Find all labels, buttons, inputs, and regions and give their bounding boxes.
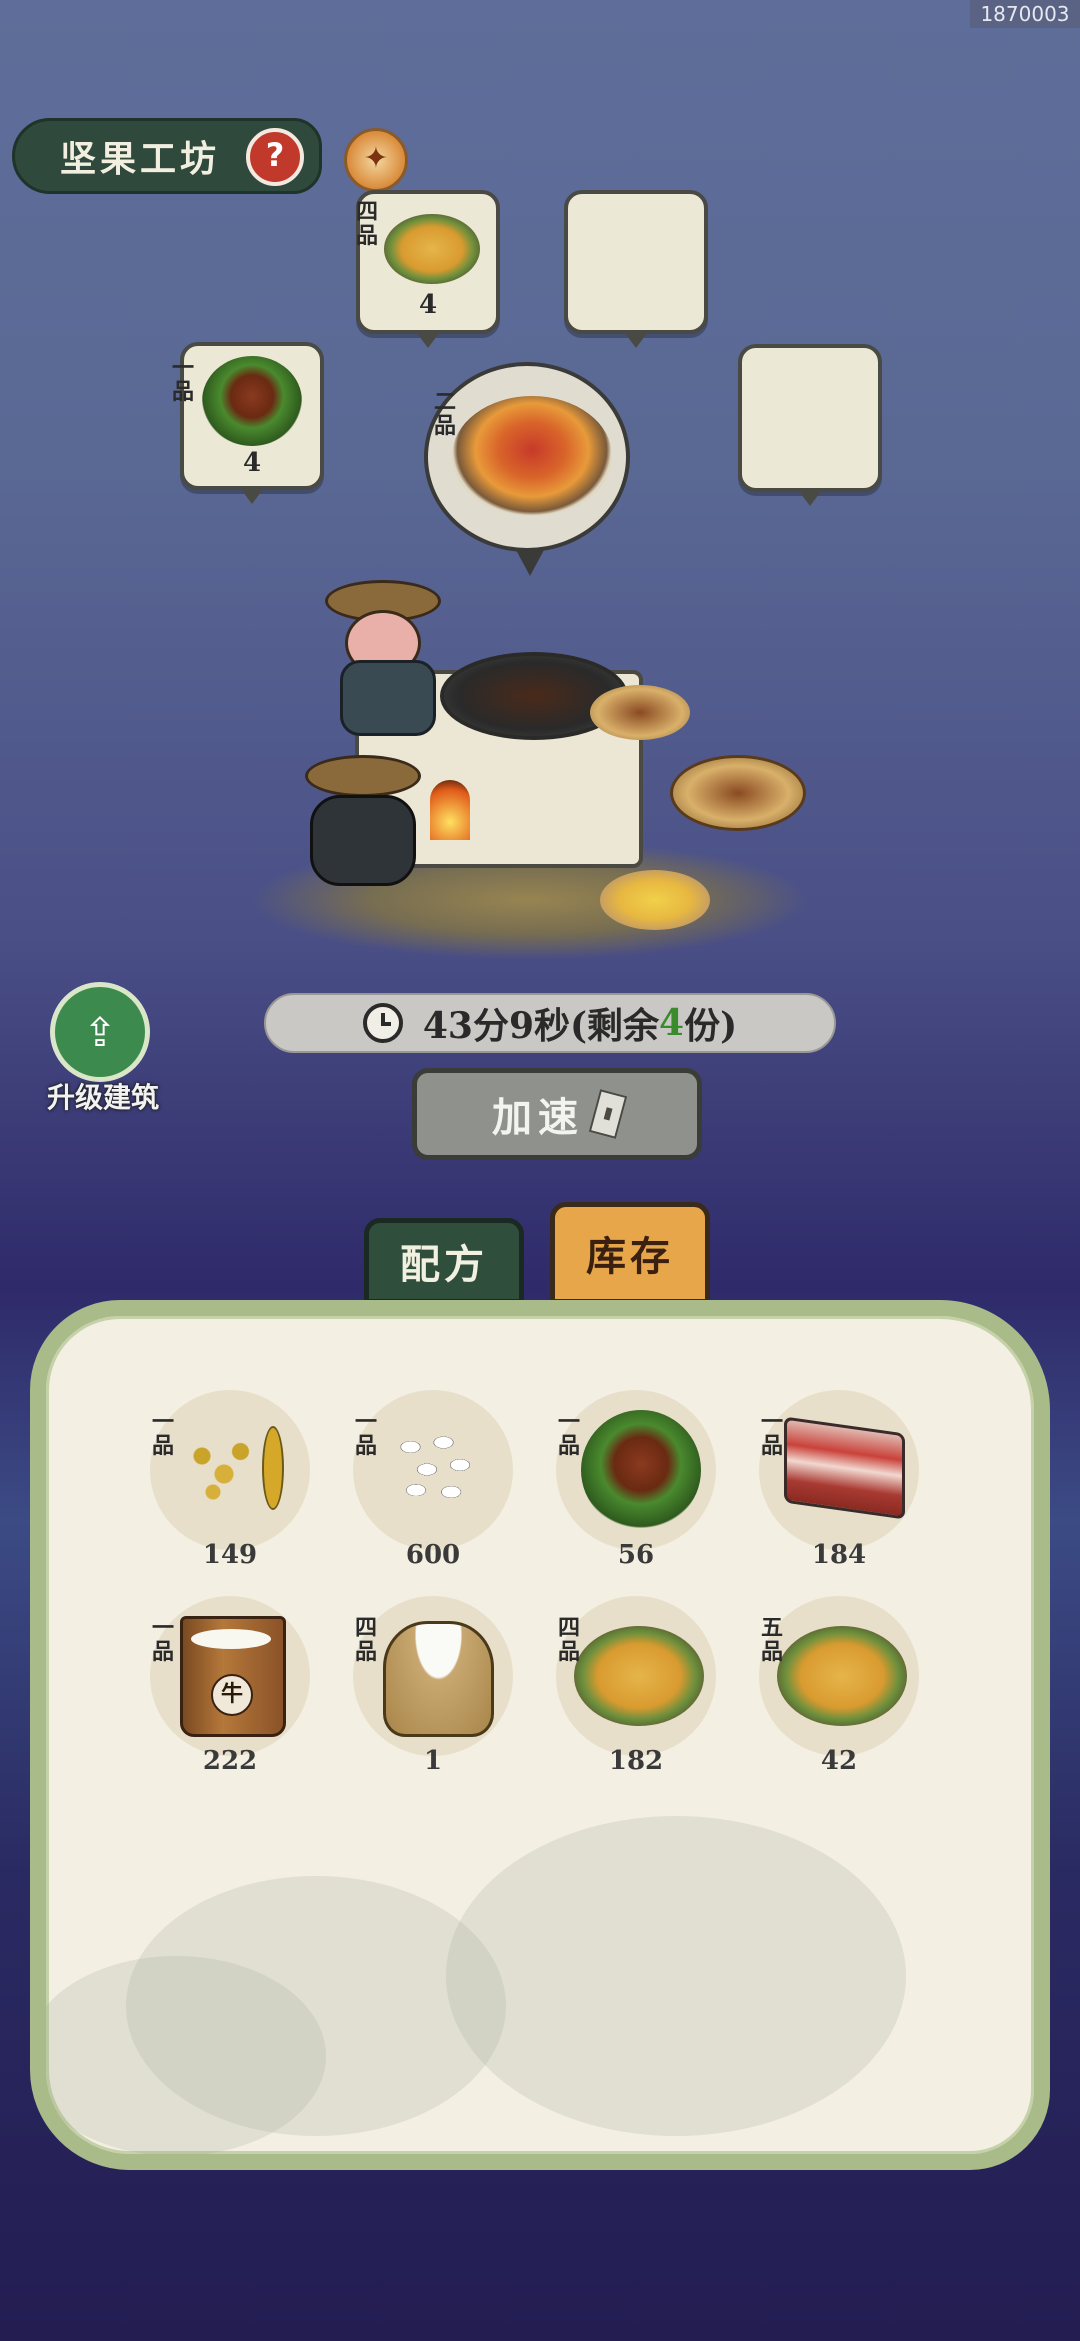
queue-slot-grade: 一品 bbox=[171, 355, 194, 405]
item-count: 184 bbox=[811, 1540, 867, 1570]
tofu-basket-icon bbox=[777, 1626, 907, 1726]
inventory-item-tofu-5[interactable]: 五品 42 bbox=[759, 1596, 929, 1776]
timer-remaining-suffix: 份) bbox=[684, 1005, 738, 1047]
inventory-item-rice[interactable]: 一品 600 bbox=[353, 1390, 523, 1570]
queue-slot-count: 4 bbox=[242, 448, 262, 478]
item-count: 1 bbox=[423, 1746, 443, 1776]
clock-icon bbox=[362, 1003, 403, 1043]
mountain-decoration bbox=[46, 1956, 326, 2154]
building-title-text: 坚果工坊 bbox=[60, 138, 221, 180]
item-grade: 四品 bbox=[557, 1615, 580, 1665]
help-icon[interactable]: ? bbox=[246, 128, 304, 186]
pig-worker-body bbox=[310, 795, 416, 886]
item-count: 42 bbox=[820, 1746, 858, 1776]
item-count: 222 bbox=[202, 1746, 258, 1776]
tab-recipe[interactable]: 配方 bbox=[364, 1218, 524, 1304]
inventory-panel: 一品 149 一品 600 一品 56 一品 184 一品 222 四品 1 四… bbox=[30, 1300, 1050, 2170]
timer-remaining-prefix: (剩余 bbox=[570, 1005, 660, 1047]
upgrade-building-label[interactable]: 升级建筑 bbox=[28, 1076, 178, 1116]
worker-hat bbox=[305, 755, 421, 797]
flour-sack-icon bbox=[383, 1621, 494, 1737]
item-grade: 一品 bbox=[151, 1615, 174, 1665]
chestnut-basket bbox=[590, 685, 690, 740]
item-grade: 五品 bbox=[760, 1615, 783, 1665]
current-product-bubble[interactable]: 二品 bbox=[424, 362, 630, 552]
item-grade: 四品 bbox=[354, 1615, 377, 1665]
item-grade: 一品 bbox=[354, 1409, 377, 1459]
roasted-chestnut-bowl-icon bbox=[452, 396, 612, 516]
tofu-basket-icon bbox=[384, 214, 480, 284]
inventory-item-chestnut[interactable]: 一品 56 bbox=[556, 1390, 726, 1570]
queue-slot-3[interactable]: 一品 4 bbox=[172, 342, 324, 504]
inventory-item-pork-belly[interactable]: 一品 184 bbox=[759, 1390, 929, 1570]
pig-worker-body bbox=[340, 660, 436, 736]
fire-icon bbox=[430, 780, 470, 840]
milk-bucket-icon bbox=[180, 1616, 286, 1737]
phoenix-icon[interactable]: ✦ bbox=[344, 128, 408, 192]
corner-id-label: 1870003 bbox=[970, 0, 1080, 28]
inventory-item-flour[interactable]: 四品 1 bbox=[353, 1596, 523, 1776]
item-grade: 一品 bbox=[760, 1409, 783, 1459]
speed-up-label: 加速 bbox=[492, 1094, 584, 1141]
queue-slot-grade: 四品 bbox=[355, 199, 378, 249]
item-count: 600 bbox=[405, 1540, 461, 1570]
timer-remaining-count: 4 bbox=[659, 1002, 685, 1044]
tab-stock[interactable]: 库存 bbox=[550, 1202, 710, 1304]
chestnut-icon bbox=[202, 356, 302, 446]
production-timer: 43分9秒 (剩余 4 份) bbox=[264, 993, 836, 1053]
soybean-icon bbox=[180, 1420, 290, 1510]
item-count: 182 bbox=[608, 1746, 664, 1776]
queue-slot-2-empty[interactable] bbox=[564, 190, 708, 348]
inventory-item-soybean[interactable]: 一品 149 bbox=[150, 1390, 320, 1570]
upgrade-building-icon[interactable]: ⇪ bbox=[50, 982, 150, 1082]
mountain-decoration bbox=[446, 1816, 906, 2136]
chestnut-icon bbox=[581, 1410, 701, 1530]
workshop-scene[interactable] bbox=[250, 560, 850, 980]
item-count: 149 bbox=[202, 1540, 258, 1570]
queue-slot-count: 4 bbox=[418, 290, 438, 320]
pork-belly-icon bbox=[784, 1416, 905, 1520]
item-count: 56 bbox=[617, 1540, 655, 1570]
speed-up-button[interactable]: 加速 ▮ bbox=[412, 1068, 702, 1160]
tofu-basket-icon bbox=[574, 1626, 704, 1726]
inventory-item-milk[interactable]: 一品 222 bbox=[150, 1596, 320, 1776]
timer-time: 43分9秒 bbox=[422, 1005, 570, 1047]
item-grade: 一品 bbox=[151, 1409, 174, 1459]
inventory-item-tofu-4[interactable]: 四品 182 bbox=[556, 1596, 726, 1776]
queue-slot-1[interactable]: 四品 4 bbox=[355, 190, 500, 348]
current-product-grade: 二品 bbox=[433, 389, 456, 439]
roasted-nuts-basket bbox=[600, 870, 710, 930]
ticket-icon: ▮ bbox=[588, 1089, 628, 1139]
queue-slot-4-empty[interactable] bbox=[738, 344, 882, 506]
chestnut-basket-rack bbox=[670, 755, 806, 831]
item-grade: 一品 bbox=[557, 1409, 580, 1459]
rice-icon bbox=[383, 1420, 493, 1510]
